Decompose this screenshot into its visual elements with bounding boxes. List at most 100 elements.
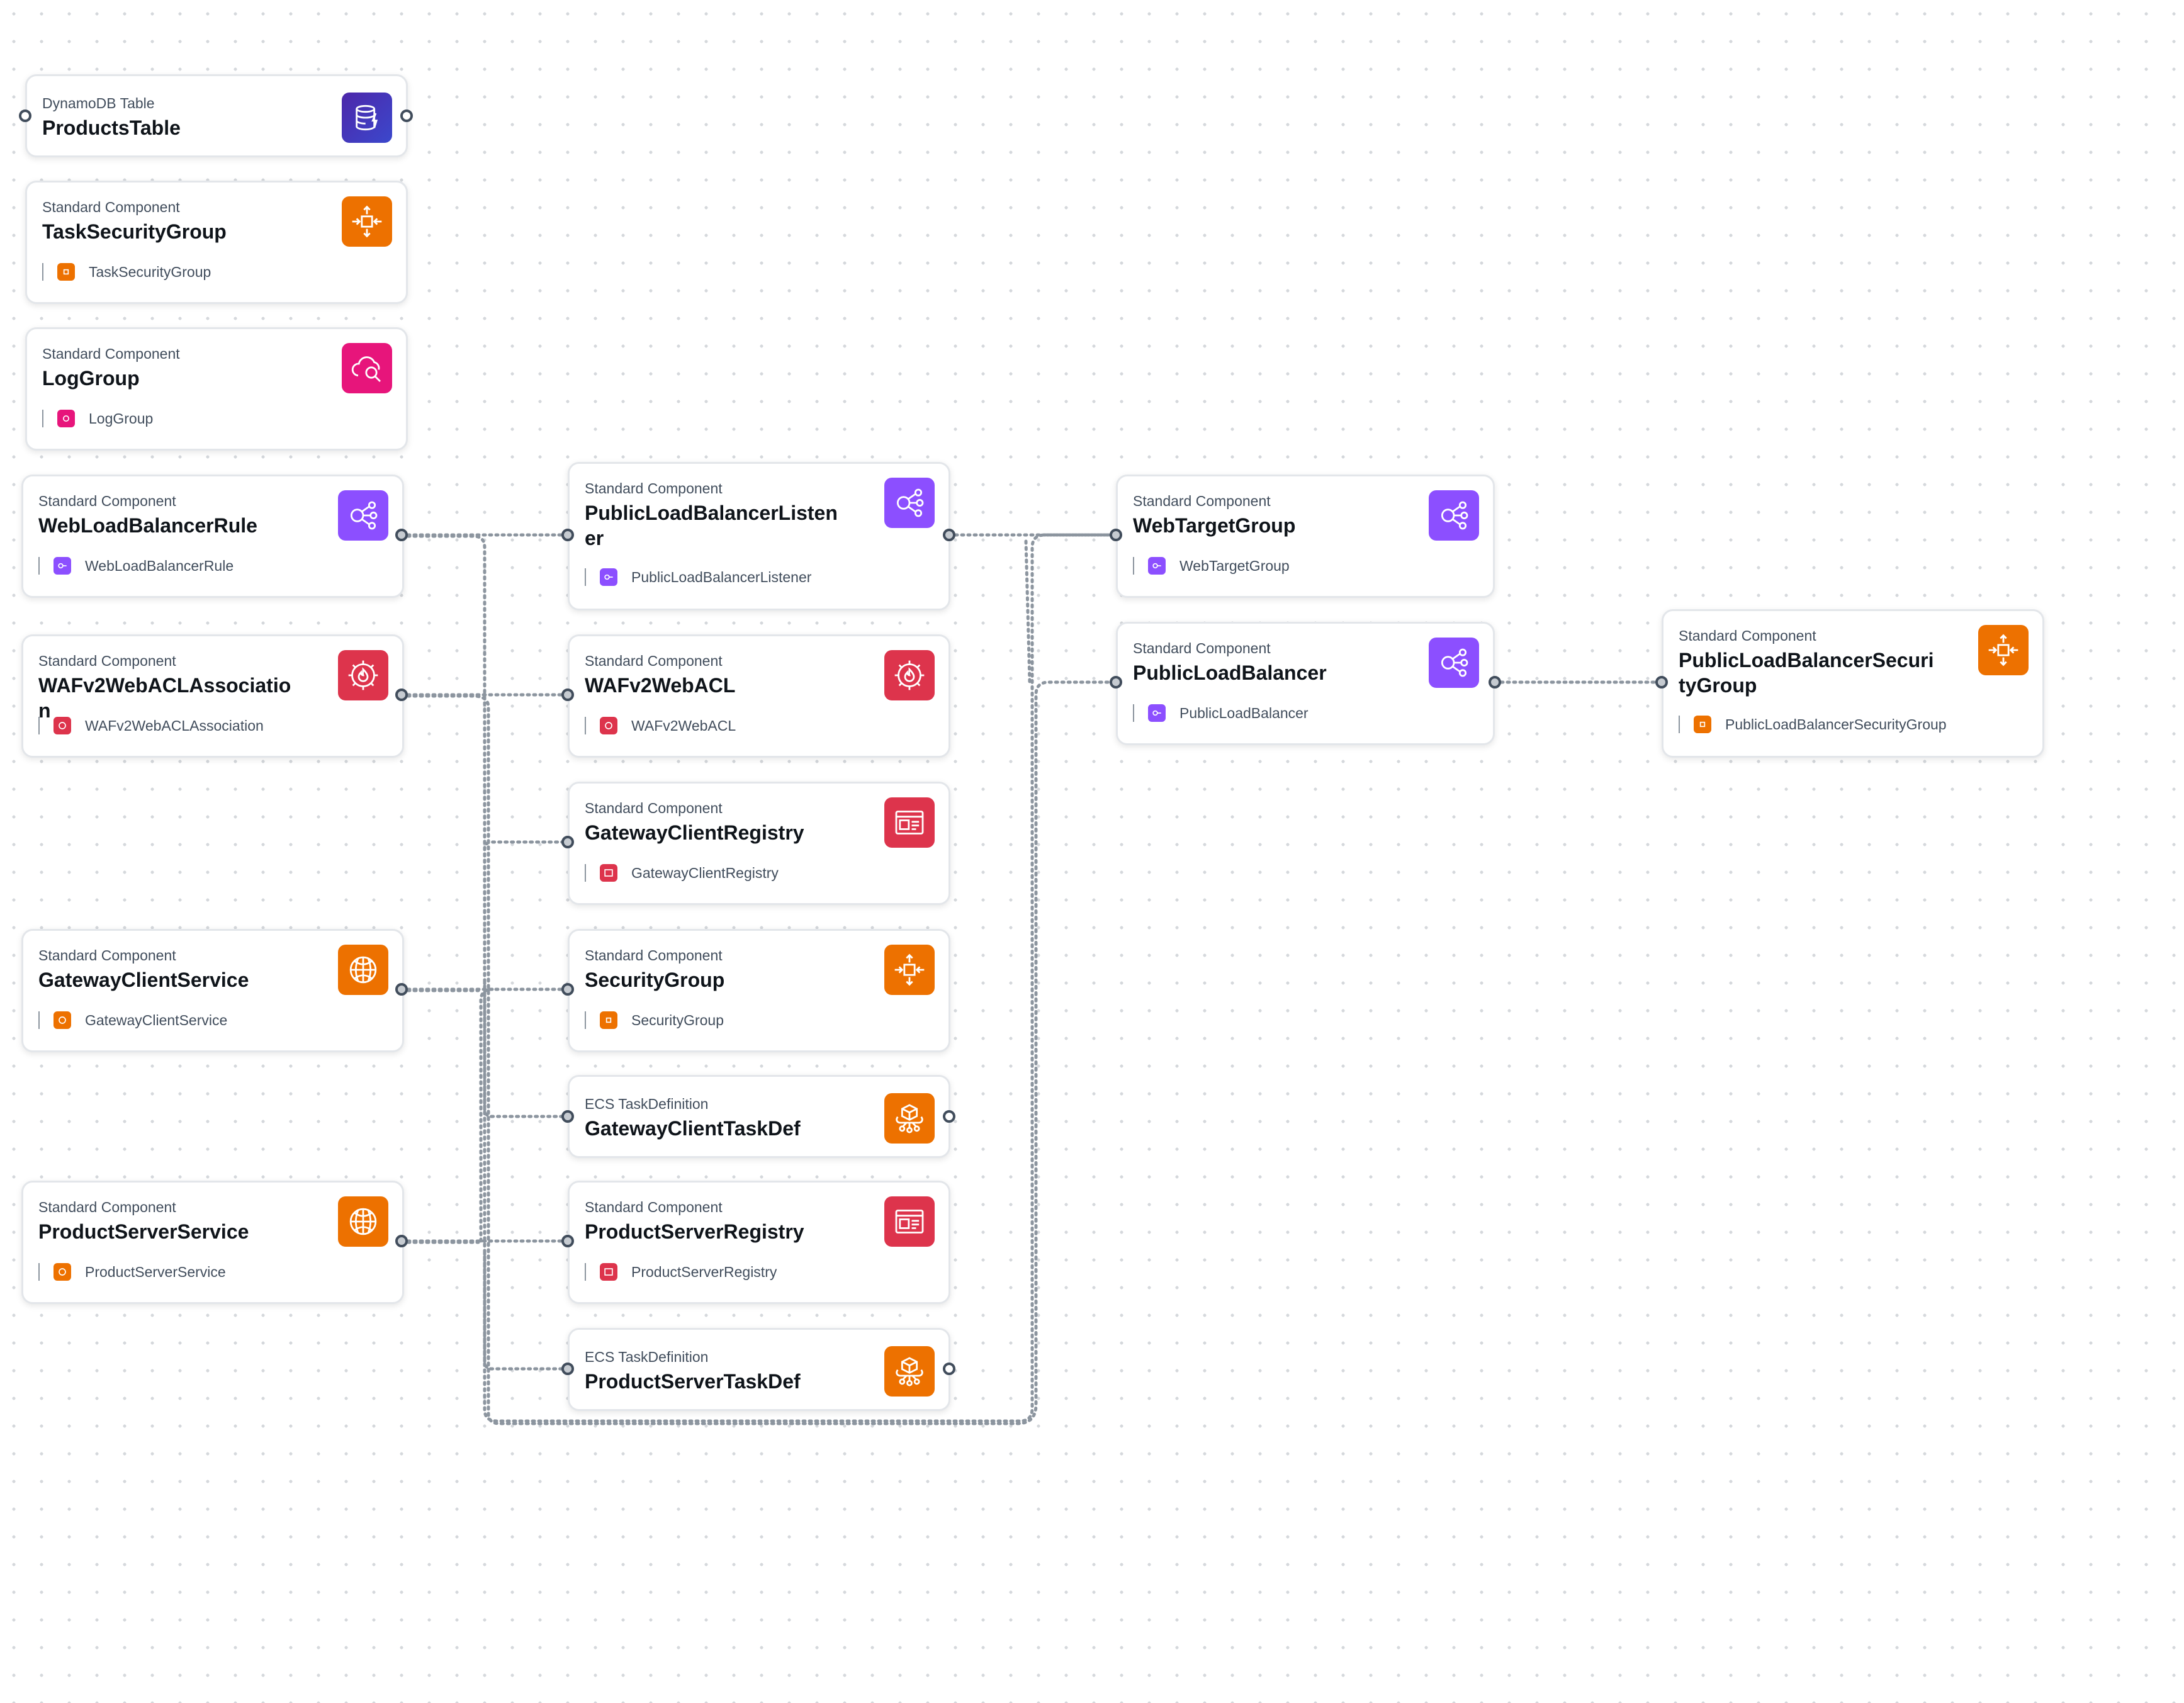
edge-bus-taskdef bbox=[483, 980, 570, 1118]
node-subtitle: WAFv2WebACLAssociation bbox=[38, 717, 264, 734]
ecs-service-icon bbox=[53, 1011, 71, 1029]
node-public-lb-listener[interactable]: Standard Component PublicLoadBalancerLis… bbox=[568, 462, 950, 610]
port-out[interactable] bbox=[400, 110, 413, 122]
node-title: PublicLoadBalancer bbox=[1133, 661, 1327, 684]
node-product-server-taskdef[interactable]: ECS TaskDefinition ProductServerTaskDef bbox=[568, 1328, 950, 1411]
registry-icon bbox=[600, 864, 617, 882]
node-subtitle: SecurityGroup bbox=[585, 1011, 724, 1029]
node-waf-association[interactable]: Standard Component WAFv2WebACLAssociatio… bbox=[21, 634, 404, 758]
security-group-icon bbox=[57, 263, 75, 281]
node-title: TaskSecurityGroup bbox=[42, 220, 227, 243]
divider bbox=[38, 557, 40, 575]
divider bbox=[1679, 716, 1680, 733]
port-in[interactable] bbox=[561, 983, 574, 996]
port-out[interactable] bbox=[395, 1235, 408, 1247]
port-out[interactable] bbox=[395, 529, 408, 541]
waf-icon bbox=[884, 650, 935, 700]
node-subtitle-text: SecurityGroup bbox=[631, 1011, 724, 1028]
port-in[interactable] bbox=[19, 110, 31, 122]
node-subtitle: ProductServerService bbox=[38, 1263, 226, 1281]
divider bbox=[585, 1263, 586, 1281]
node-task-security-group[interactable]: Standard Component TaskSecurityGroup Tas… bbox=[25, 181, 408, 304]
divider bbox=[585, 864, 586, 882]
node-title: PublicLoadBalancerSecuri tyGroup bbox=[1679, 649, 1934, 697]
node-public-load-balancer[interactable]: Standard Component PublicLoadBalancer Pu… bbox=[1116, 622, 1495, 745]
edge-bus-registry bbox=[483, 840, 570, 1009]
node-type: Standard Component bbox=[585, 947, 723, 964]
node-type: Standard Component bbox=[38, 653, 176, 669]
node-type: Standard Component bbox=[585, 480, 723, 497]
log-group-icon bbox=[342, 343, 392, 393]
node-type: Standard Component bbox=[38, 947, 176, 964]
node-title: WebTargetGroup bbox=[1133, 514, 1296, 537]
port-out[interactable] bbox=[943, 529, 955, 541]
node-web-lb-rule[interactable]: Standard Component WebLoadBalancerRule W… bbox=[21, 475, 404, 598]
node-web-target-group[interactable]: Standard Component WebTargetGroup WebTar… bbox=[1116, 475, 1495, 598]
port-in[interactable] bbox=[561, 1110, 574, 1123]
security-group-icon bbox=[1978, 625, 2029, 675]
node-gateway-client-service[interactable]: Standard Component GatewayClientService … bbox=[21, 929, 404, 1052]
node-subtitle-text: PublicLoadBalancerSecurityGroup bbox=[1725, 716, 1947, 733]
ecs-service-icon bbox=[338, 1196, 388, 1247]
node-type: Standard Component bbox=[1679, 627, 1816, 644]
node-subtitle-text: TaskSecurityGroup bbox=[89, 263, 211, 280]
ecs-service-icon bbox=[338, 945, 388, 995]
port-out[interactable] bbox=[395, 983, 408, 996]
node-subtitle: PublicLoadBalancerListener bbox=[585, 568, 811, 586]
port-in[interactable] bbox=[561, 836, 574, 848]
divider bbox=[38, 1011, 40, 1029]
node-title: WebLoadBalancerRule bbox=[38, 514, 257, 537]
edge-bus-ps-securitygroup bbox=[479, 987, 494, 1243]
node-waf-web-acl[interactable]: Standard Component WAFv2WebACL WAFv2WebA… bbox=[568, 634, 950, 758]
node-type: Standard Component bbox=[38, 1199, 176, 1215]
waf-icon bbox=[338, 650, 388, 700]
port-out[interactable] bbox=[1489, 676, 1501, 689]
divider bbox=[42, 410, 43, 427]
port-in[interactable] bbox=[561, 1363, 574, 1375]
port-in[interactable] bbox=[1110, 529, 1122, 541]
node-subtitle: PublicLoadBalancer bbox=[1133, 704, 1309, 722]
port-in[interactable] bbox=[1655, 676, 1668, 689]
port-in[interactable] bbox=[561, 689, 574, 701]
node-subtitle-text: PublicLoadBalancer bbox=[1179, 704, 1309, 721]
waf-icon bbox=[600, 717, 617, 734]
divider bbox=[585, 1011, 586, 1029]
node-product-server-service[interactable]: Standard Component ProductServerService … bbox=[21, 1181, 404, 1304]
node-gateway-client-registry[interactable]: Standard Component GatewayClientRegistry… bbox=[568, 782, 950, 905]
node-security-group[interactable]: Standard Component SecurityGroup Securit… bbox=[568, 929, 950, 1052]
diagram-canvas[interactable]: DynamoDB Table ProductsTable Standard Co… bbox=[0, 0, 2184, 1703]
node-log-group[interactable]: Standard Component LogGroup LogGroup bbox=[25, 327, 408, 451]
log-group-icon bbox=[57, 410, 75, 427]
load-balancer-icon bbox=[884, 478, 935, 528]
node-title: ProductServerService bbox=[38, 1220, 249, 1243]
node-title: ProductServerTaskDef bbox=[585, 1370, 801, 1393]
load-balancer-icon bbox=[1429, 490, 1479, 541]
node-type: Standard Component bbox=[42, 346, 180, 362]
node-subtitle-text: WAFv2WebACL bbox=[631, 717, 736, 734]
port-in[interactable] bbox=[561, 529, 574, 541]
port-in[interactable] bbox=[1110, 676, 1122, 689]
divider bbox=[1133, 704, 1134, 722]
waf-icon bbox=[53, 717, 71, 734]
divider bbox=[38, 1263, 40, 1281]
node-type: Standard Component bbox=[585, 800, 723, 816]
task-definition-icon bbox=[884, 1346, 935, 1397]
node-subtitle: WebLoadBalancerRule bbox=[38, 557, 234, 575]
registry-icon bbox=[600, 1263, 617, 1281]
node-public-lb-security-group[interactable]: Standard Component PublicLoadBalancerSec… bbox=[1662, 609, 2044, 758]
node-title: ProductsTable bbox=[42, 116, 181, 139]
node-gateway-client-taskdef[interactable]: ECS TaskDefinition GatewayClientTaskDef bbox=[568, 1075, 950, 1158]
node-products-table[interactable]: DynamoDB Table ProductsTable bbox=[25, 74, 408, 157]
port-out[interactable] bbox=[395, 689, 408, 701]
node-subtitle-text: GatewayClientRegistry bbox=[631, 864, 779, 881]
divider bbox=[1133, 557, 1134, 575]
node-subtitle: LogGroup bbox=[42, 410, 153, 427]
node-subtitle: ProductServerRegistry bbox=[585, 1263, 777, 1281]
node-product-server-registry[interactable]: Standard Component ProductServerRegistry… bbox=[568, 1181, 950, 1304]
divider bbox=[585, 568, 586, 586]
port-out[interactable] bbox=[943, 1110, 955, 1123]
node-type: Standard Component bbox=[1133, 493, 1271, 509]
port-out[interactable] bbox=[943, 1363, 955, 1375]
port-in[interactable] bbox=[561, 1235, 574, 1247]
load-balancer-icon bbox=[338, 490, 388, 541]
